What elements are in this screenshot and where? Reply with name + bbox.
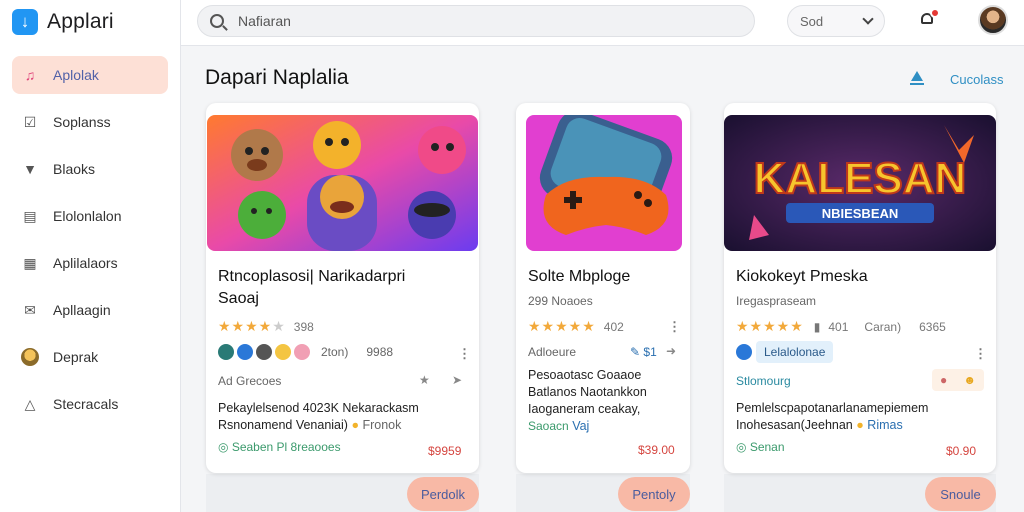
sidebar-item-soplanss[interactable]: ☑ Soplanss — [12, 103, 168, 141]
emoji-heart-icon — [294, 344, 310, 360]
card-subtitle: Iregaspraseam — [736, 294, 817, 308]
sidebar-item-label: Stecracals — [53, 396, 119, 412]
user-avatar[interactable] — [978, 5, 1008, 35]
app-name: Applari — [47, 10, 114, 33]
card-meta-label: Adloeure — [528, 345, 577, 359]
price: $9959 — [428, 444, 462, 458]
brand[interactable]: ↓ Applari — [0, 2, 180, 42]
avatar-icon — [21, 348, 39, 366]
plus-icon — [237, 344, 253, 360]
download-icon: ↓ — [12, 9, 38, 35]
card-image — [207, 115, 478, 251]
search-icon — [210, 14, 224, 28]
upload-icon[interactable] — [910, 71, 924, 85]
section-link[interactable]: Cucolass — [950, 72, 1003, 87]
sidebar-item-aplolak[interactable]: ♫ Aplolak — [12, 56, 168, 94]
sidebar-item-label: Soplanss — [53, 114, 111, 130]
lightning-icon — [736, 344, 752, 360]
sidebar-item-stecracals[interactable]: △ Stecracals — [12, 385, 168, 423]
section-title: Dapari Naplalia — [205, 66, 349, 89]
card-description: Pekaylelsenod 4023K Nekarackasm Rsnoname… — [218, 401, 419, 432]
mail-icon: ✉ — [24, 301, 36, 318]
card-action-button[interactable]: Snoule — [925, 477, 996, 511]
topbar: Sod — [181, 0, 1024, 46]
rating-count: 401 — [828, 319, 849, 334]
arrow-right-icon[interactable]: ➜ — [666, 344, 676, 358]
price: $0.90 — [946, 444, 977, 458]
lightning-icon — [218, 344, 234, 360]
card-image: KALESAN NBIESBEAN — [724, 115, 996, 251]
triangle-icon: △ — [24, 395, 36, 412]
checkbox-icon: ☑ — [23, 113, 37, 130]
card-description: Pemlelscpapotanarlanamepiemem Inohesasan… — [736, 401, 929, 432]
sidebar-item-label: Blaoks — [53, 161, 96, 177]
card-image — [526, 115, 682, 251]
card-action-button[interactable]: Perdolk — [407, 477, 479, 511]
calendar-icon: ▤ — [23, 207, 37, 224]
card-footer-label: ◎ Seaben Pl 8reaooes — [218, 440, 341, 454]
rating-count: 398 — [293, 319, 314, 334]
rating-stars: ★★★★★ ▮ 401 Caran) 6365 — [736, 318, 946, 334]
price: $39.00 — [638, 443, 675, 457]
bolt-icon — [256, 344, 272, 360]
notification-dot — [930, 8, 940, 18]
rating-stars: ★★★★★ 402 — [528, 318, 624, 334]
sidebar-item-aplilalaors[interactable]: ▦ Aplilalaors — [12, 244, 168, 282]
rating-stars: ★★★★ ★ 398 — [218, 318, 314, 334]
card-meta-label: Stlomourg — [736, 374, 791, 388]
chevron-down-icon — [862, 13, 874, 25]
more-options-icon[interactable]: ⋮ — [458, 346, 471, 362]
search-bar[interactable] — [197, 5, 755, 37]
card-title: Kiokokeyt Pmeska — [736, 268, 868, 285]
sidebar-item-label: Aplilalaors — [53, 255, 118, 271]
search-input[interactable] — [238, 13, 718, 29]
sidebar-item-label: Apllaagin — [53, 302, 111, 318]
shield-icon: ▼ — [23, 161, 37, 177]
star-icon[interactable]: ★ — [419, 373, 430, 387]
card-title: Rtncoplasosi| Narikadarpri Saoaj — [218, 268, 406, 307]
card-meta-label: Ad Grecoes — [218, 374, 282, 388]
app-card[interactable]: KALESAN NBIESBEAN Kiokokeyt Pmeska Irega… — [724, 103, 996, 511]
emoji-icon — [275, 344, 291, 360]
rating-count: 402 — [603, 319, 624, 334]
sort-dropdown[interactable]: Sod — [787, 5, 885, 37]
music-note-icon: ♫ — [24, 67, 36, 83]
sidebar-item-apllaagin[interactable]: ✉ Apllaagin — [12, 291, 168, 329]
more-options-icon[interactable]: ⋮ — [974, 346, 987, 362]
card-subtitle: 299 Noaoes — [528, 294, 593, 308]
sidebar-item-label: Aplolak — [53, 67, 99, 83]
image-subtitle: NBIESBEAN — [822, 206, 899, 221]
pencil-icon[interactable]: ✎ $1 — [630, 345, 657, 359]
card-action-button[interactable]: Pentoly — [618, 477, 690, 511]
app-card[interactable]: Rtncoplasosi| Narikadarpri Saoaj ★★★★ ★ 3… — [206, 103, 479, 511]
status-badge: Lelalolonae — [756, 341, 834, 363]
sidebar-item-label: Elolonlalon — [53, 208, 122, 224]
card-title: Solte Mbploge — [528, 268, 631, 285]
card-footer-label: ◎ Senan — [736, 440, 785, 454]
sidebar-item-blaoks[interactable]: ▼ Blaoks — [12, 150, 168, 188]
sidebar: ↓ Applari ♫ Aplolak ☑ Soplanss ▼ Blaoks … — [0, 0, 181, 512]
chart-icon: ▦ — [23, 254, 37, 271]
sidebar-item-elolonlalon[interactable]: ▤ Elolonlalon — [12, 197, 168, 235]
notification-bell-icon[interactable] — [919, 8, 940, 29]
sidebar-item-deprak[interactable]: Deprak — [12, 338, 168, 376]
sort-label: Sod — [800, 13, 824, 29]
image-title: KALESAN — [754, 154, 967, 203]
app-card[interactable]: Solte Mbploge 299 Noaoes ★★★★★ 402 ⋮ Adl… — [516, 103, 690, 511]
sidebar-nav: ♫ Aplolak ☑ Soplanss ▼ Blaoks ▤ Elolonla… — [0, 56, 180, 423]
arrow-right-icon[interactable]: ➤ — [452, 373, 462, 387]
card-description: Pesoaotasc Goaaoe Batlanos Naotankkon Ia… — [528, 368, 647, 433]
card-meta-row: 2ton) 9988 — [218, 344, 393, 360]
sidebar-item-label: Deprak — [53, 349, 99, 365]
emoji-smile-icon: ☻ — [963, 373, 976, 387]
reaction-badge[interactable]: ● ☻ — [932, 369, 984, 391]
emoji-icon: ● — [940, 373, 948, 387]
more-options-icon[interactable]: ⋮ — [668, 319, 681, 335]
